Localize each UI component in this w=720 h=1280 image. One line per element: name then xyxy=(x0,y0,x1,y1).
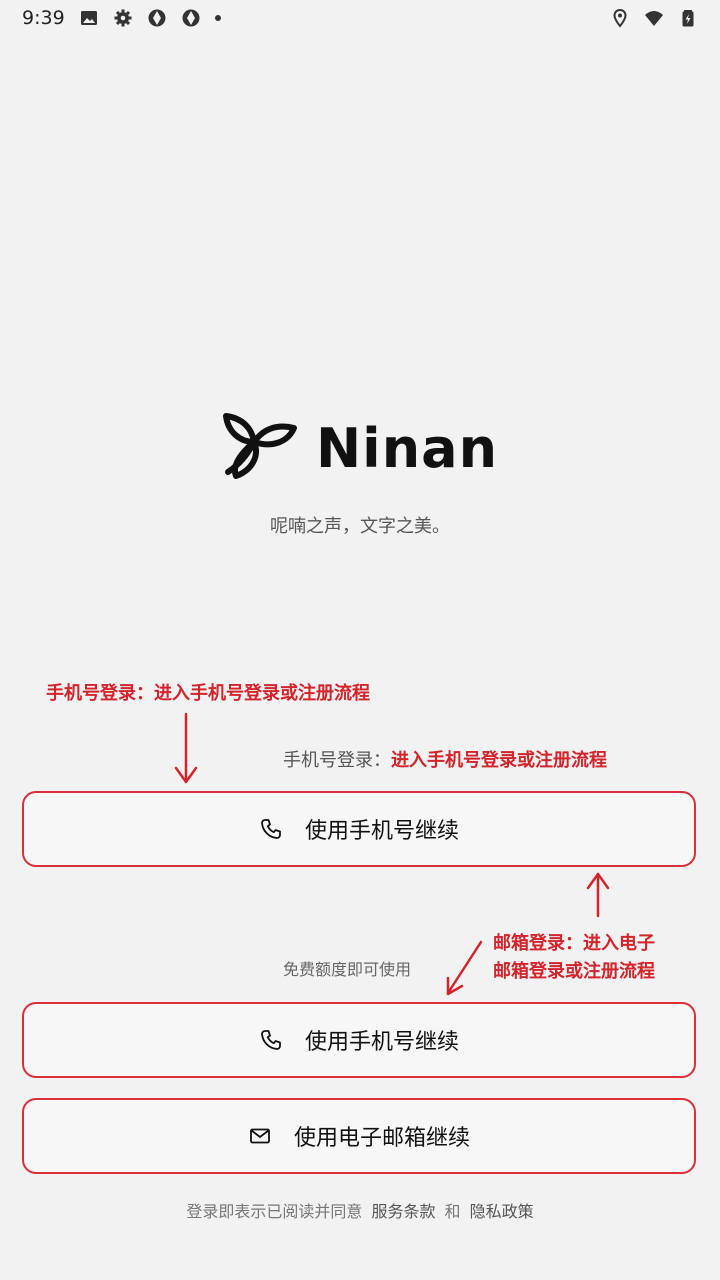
wifi-icon xyxy=(644,8,664,28)
continue-with-phone-button-secondary[interactable]: 使用手机号继续 xyxy=(22,1002,696,1078)
brand-name: Ninan xyxy=(315,416,499,480)
continue-with-phone-secondary-label: 使用手机号继续 xyxy=(304,1030,459,1055)
annotation-phone-mid-prefix: 手机号登录： xyxy=(283,750,391,771)
continue-with-phone-label: 使用手机号继续 xyxy=(304,819,459,844)
footer-prefix: 登录即表示已阅读并同意 xyxy=(186,1202,363,1221)
arrow-diagonal-icon xyxy=(446,940,483,996)
continue-with-email-button[interactable]: 使用电子邮箱继续 xyxy=(22,1098,696,1174)
location-icon xyxy=(610,8,630,28)
status-right xyxy=(610,8,698,28)
annotation-phone-mid: 手机号登录：进入手机号登录或注册流程 xyxy=(283,746,607,772)
notification-dot-icon xyxy=(214,15,221,21)
annotation-phone-mid-desc: 进入手机号登录或注册流程 xyxy=(391,750,607,771)
privacy-policy-link[interactable]: 隐私政策 xyxy=(470,1202,534,1221)
mail-icon xyxy=(248,1124,272,1148)
annotation-email-line1: 邮箱登录：进入电子 xyxy=(493,933,655,954)
battery-charging-icon xyxy=(678,8,698,28)
settings-icon xyxy=(113,8,133,28)
tagline: 呢喃之声，文字之美。 xyxy=(270,516,450,537)
aperture-icon xyxy=(147,8,167,28)
leaf-logo-icon xyxy=(222,410,298,486)
phone-icon xyxy=(259,1028,283,1052)
continue-with-phone-button[interactable]: 使用手机号继续 xyxy=(22,791,696,867)
phone-icon xyxy=(259,817,283,841)
brand: Ninan xyxy=(0,410,720,486)
annotation-email-line2: 邮箱登录或注册流程 xyxy=(493,961,655,982)
aperture-icon xyxy=(181,8,201,28)
status-time: 9:39 xyxy=(22,7,65,29)
status-left: 9:39 xyxy=(22,7,221,29)
image-icon xyxy=(79,8,99,28)
free-quota-hint: 免费额度即可使用 xyxy=(283,960,412,979)
arrow-down-icon xyxy=(174,712,198,784)
annotation-arrows xyxy=(174,712,610,996)
legal-footer: 登录即表示已阅读并同意 服务条款 和 隐私政策 xyxy=(0,1198,720,1222)
arrow-up-icon xyxy=(586,872,610,918)
continue-with-email-label: 使用电子邮箱继续 xyxy=(293,1126,470,1151)
footer-and: 和 xyxy=(444,1202,461,1221)
status-bar: 9:39 xyxy=(0,0,720,36)
terms-of-service-link[interactable]: 服务条款 xyxy=(371,1202,435,1221)
annotation-phone-top: 手机号登录：进入手机号登录或注册流程 xyxy=(46,683,370,704)
